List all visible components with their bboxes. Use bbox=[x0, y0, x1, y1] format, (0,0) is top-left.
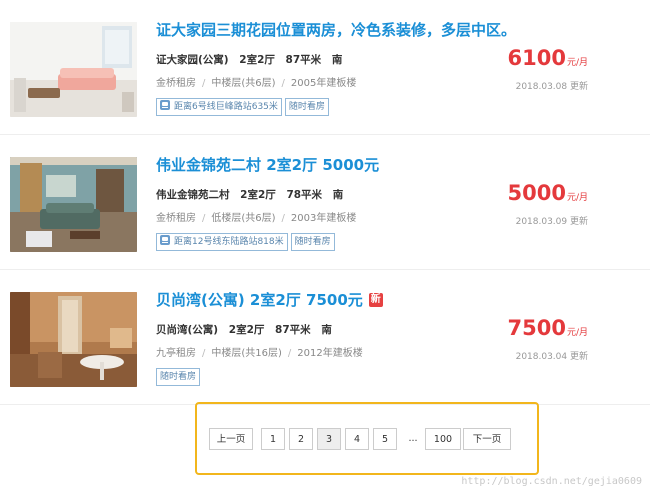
separator: / bbox=[202, 213, 206, 224]
pagination-ellipsis: ... bbox=[408, 433, 418, 444]
floor-level: 低楼层(共6层) bbox=[211, 213, 276, 224]
listing-meta: 九亭租房 / 中楼层(共16层) / 2012年建板楼 bbox=[156, 344, 363, 359]
metro-icon bbox=[160, 100, 170, 110]
build-year: 2012年建板楼 bbox=[297, 348, 363, 359]
listing-item[interactable]: 贝尚湾(公寓) 2室2厅 7500元新 贝尚湾(公寓) 2室2厅 87平米 南 … bbox=[0, 270, 650, 405]
orientation: 南 bbox=[321, 324, 332, 336]
listing-tags: 随时看房 bbox=[156, 368, 203, 386]
next-page-button[interactable]: 下一页 bbox=[463, 428, 511, 450]
viewing-tag: 随时看房 bbox=[156, 368, 201, 386]
metro-distance-tag: 距离6号线巨峰路站635米 bbox=[156, 98, 282, 116]
separator: / bbox=[202, 78, 206, 89]
listing-photo[interactable] bbox=[10, 157, 137, 252]
build-year: 2005年建板楼 bbox=[290, 78, 357, 89]
page-button-3-current[interactable]: 3 bbox=[317, 428, 341, 450]
community-name[interactable]: 贝尚湾(公寓) bbox=[156, 324, 218, 336]
listing-price: 6100元/月 bbox=[508, 46, 589, 70]
price-value: 5000 bbox=[507, 181, 566, 205]
page-button-1[interactable]: 1 bbox=[261, 428, 285, 450]
listing-price: 7500元/月 bbox=[508, 316, 589, 340]
district-link[interactable]: 金桥租房 bbox=[156, 78, 196, 89]
living-room-photo-1 bbox=[10, 22, 137, 117]
listing-title[interactable]: 贝尚湾(公寓) 2室2厅 7500元新 bbox=[156, 289, 383, 310]
listing-meta: 金桥租房 / 中楼层(共6层) / 2005年建板楼 bbox=[156, 74, 356, 89]
update-date: 2018.03.08 更新 bbox=[515, 82, 588, 92]
district-link[interactable]: 金桥租房 bbox=[156, 213, 196, 224]
listing-price: 5000元/月 bbox=[508, 181, 589, 205]
page-button-4[interactable]: 4 bbox=[345, 428, 369, 450]
price-unit: 元/月 bbox=[566, 328, 588, 338]
listing-attributes: 贝尚湾(公寓) 2室2厅 87平米 南 bbox=[156, 322, 339, 337]
viewing-tag-text: 随时看房 bbox=[294, 237, 331, 247]
price-unit: 元/月 bbox=[566, 193, 588, 203]
prev-page-button[interactable]: 上一页 bbox=[209, 428, 253, 450]
orientation: 南 bbox=[331, 54, 343, 66]
price-unit: 元/月 bbox=[566, 58, 588, 68]
new-badge: 新 bbox=[368, 293, 383, 307]
viewing-tag: 随时看房 bbox=[290, 233, 335, 251]
separator: / bbox=[281, 78, 285, 89]
update-date: 2018.03.04 更新 bbox=[515, 352, 588, 362]
separator: / bbox=[202, 348, 206, 359]
listing-title-text[interactable]: 证大家园三期花园位置两房，冷色系装修，多层中区。 bbox=[156, 21, 516, 39]
listing-title[interactable]: 证大家园三期花园位置两房，冷色系装修，多层中区。 bbox=[156, 19, 516, 40]
room-layout: 2室2厅 bbox=[228, 324, 265, 336]
page-button-2[interactable]: 2 bbox=[289, 428, 313, 450]
viewing-tag-text: 随时看房 bbox=[288, 102, 325, 112]
community-name[interactable]: 伟业金锦苑二村 bbox=[156, 189, 230, 201]
separator: / bbox=[287, 348, 292, 359]
floor-level: 中楼层(共16层) bbox=[211, 348, 282, 359]
viewing-tag-text: 随时看房 bbox=[160, 372, 197, 382]
price-value: 7500 bbox=[507, 316, 566, 340]
floor-area: 87平米 bbox=[275, 324, 311, 336]
community-name[interactable]: 证大家园(公寓) bbox=[156, 54, 229, 66]
listing-title-text[interactable]: 伟业金锦苑二村 2室2厅 5000元 bbox=[156, 156, 379, 174]
floor-area: 87平米 bbox=[285, 54, 322, 66]
listing-tags: 距离6号线巨峰路站635米 随时看房 bbox=[156, 98, 332, 116]
listing-meta: 金桥租房 / 低楼层(共6层) / 2003年建板楼 bbox=[156, 209, 356, 224]
living-room-photo-2 bbox=[10, 157, 137, 252]
separator: / bbox=[281, 213, 285, 224]
listing-attributes: 伟业金锦苑二村 2室2厅 78平米 南 bbox=[156, 187, 350, 202]
floor-area: 78平米 bbox=[286, 189, 323, 201]
room-layout: 2室2厅 bbox=[240, 189, 276, 201]
page-button-last[interactable]: 100 bbox=[425, 428, 461, 450]
listing-title-text[interactable]: 贝尚湾(公寓) 2室2厅 7500元 bbox=[156, 291, 363, 309]
metro-icon bbox=[160, 235, 170, 245]
watermark: http://blog.csdn.net/gejia0609 bbox=[461, 476, 642, 487]
listing-item[interactable]: 证大家园三期花园位置两房，冷色系装修，多层中区。 证大家园(公寓) 2室2厅 8… bbox=[0, 0, 650, 135]
room-layout: 2室2厅 bbox=[239, 54, 275, 66]
living-room-photo-3 bbox=[10, 292, 137, 387]
listing-title[interactable]: 伟业金锦苑二村 2室2厅 5000元 bbox=[156, 154, 379, 175]
metro-distance-tag: 距离12号线东陆路站818米 bbox=[156, 233, 288, 251]
listing-item[interactable]: 伟业金锦苑二村 2室2厅 5000元 伟业金锦苑二村 2室2厅 78平米 南 金… bbox=[0, 135, 650, 270]
metro-distance-text: 距离6号线巨峰路站635米 bbox=[174, 102, 278, 112]
district-link[interactable]: 九亭租房 bbox=[156, 348, 196, 359]
update-date: 2018.03.09 更新 bbox=[515, 217, 588, 227]
metro-distance-text: 距离12号线东陆路站818米 bbox=[174, 237, 284, 247]
viewing-tag: 随时看房 bbox=[284, 98, 329, 116]
orientation: 南 bbox=[332, 189, 344, 201]
listing-photo[interactable] bbox=[10, 22, 137, 117]
listing-list: 证大家园三期花园位置两房，冷色系装修，多层中区。 证大家园(公寓) 2室2厅 8… bbox=[0, 0, 650, 405]
listing-photo[interactable] bbox=[10, 292, 137, 387]
page-button-5[interactable]: 5 bbox=[373, 428, 397, 450]
price-value: 6100 bbox=[507, 46, 566, 70]
build-year: 2003年建板楼 bbox=[290, 213, 357, 224]
listing-attributes: 证大家园(公寓) 2室2厅 87平米 南 bbox=[156, 52, 349, 67]
listing-tags: 距离12号线东陆路站818米 随时看房 bbox=[156, 233, 338, 251]
floor-level: 中楼层(共6层) bbox=[211, 78, 276, 89]
